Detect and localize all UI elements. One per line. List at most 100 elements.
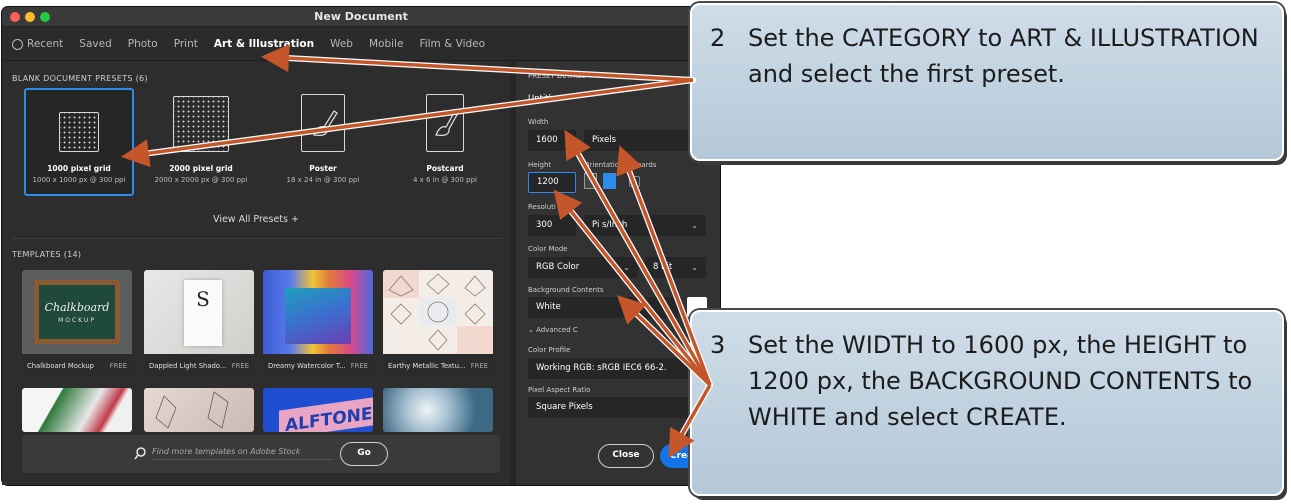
preset-name: 1000 pixel grid: [47, 164, 111, 173]
preset-dims: 4 x 6 in @ 300 ppi: [413, 176, 477, 184]
grid-doc-icon: [173, 96, 229, 152]
step-text: Set the WIDTH to 1600 px, the HEIGHT to …: [748, 331, 1253, 431]
advanced-options-label: Advanced C: [536, 326, 578, 334]
tab-web[interactable]: Web: [330, 38, 353, 50]
close-button[interactable]: Close: [598, 444, 654, 468]
template-thumbnail: [383, 270, 493, 354]
background-contents-select[interactable]: White ⌄: [528, 297, 678, 318]
color-mode-select[interactable]: RGB Color ⌄: [528, 257, 638, 278]
template-caption: Earthy Metallic Textu... FREE: [383, 354, 493, 378]
background-contents-label: Background Contents: [528, 286, 604, 294]
tab-film-video[interactable]: Film & Video: [419, 38, 485, 50]
template-dreamy-watercolor[interactable]: Dreamy Watercolor T... FREE: [263, 270, 373, 378]
free-badge: FREE: [231, 362, 249, 370]
step-3-callout: 3 Set the WIDTH to 1600 px, the HEIGHT t…: [690, 310, 1284, 496]
color-mode-value: RGB Color: [536, 262, 580, 272]
template-dappled-light[interactable]: S Dappled Light Shado... FREE: [144, 270, 254, 378]
pixel-aspect-select[interactable]: Square Pixels: [528, 397, 706, 418]
artboards-checkbox[interactable]: [629, 176, 640, 187]
landscape-orientation-button[interactable]: [603, 173, 616, 189]
brush-doc-icon: [426, 94, 464, 152]
height-input[interactable]: 1200: [528, 172, 576, 193]
dappled-letter: S: [196, 287, 210, 311]
free-badge: FREE: [350, 362, 368, 370]
tab-art-illustration[interactable]: Art & Illustration: [214, 38, 314, 50]
template-botanical[interactable]: [22, 388, 132, 432]
height-label: Height: [528, 161, 552, 169]
template-thumbnail: Chalkboard MOCKUP: [22, 270, 132, 354]
color-profile-value: Working RGB: sRGB IEC6 66-2.: [536, 363, 667, 373]
template-thumbnail: [263, 270, 373, 354]
background-contents-value: White: [536, 302, 561, 312]
resolution-units-select[interactable]: Pi s/Inch ⌄: [584, 215, 706, 236]
portrait-orientation-button[interactable]: [584, 173, 597, 189]
tab-mobile[interactable]: Mobile: [369, 38, 403, 50]
go-button[interactable]: Go: [340, 442, 388, 466]
preset-dims: 1000 x 1000 px @ 300 ppi: [32, 176, 126, 184]
title-bar: New Document: [2, 7, 720, 27]
template-name: Dreamy Watercolor T...: [268, 362, 346, 370]
grid-doc-icon: [59, 112, 99, 152]
chevron-down-icon: ⌄: [623, 263, 630, 272]
preset-name: 2000 pixel grid: [169, 164, 233, 173]
template-caption: Chalkboard Mockup FREE: [22, 354, 132, 378]
color-profile-label: Color Profile: [528, 346, 571, 354]
color-mode-label: Color Mode: [528, 245, 568, 253]
free-badge: FREE: [470, 362, 488, 370]
chalk-subtitle: MOCKUP: [58, 316, 96, 324]
preset-name: Postcard: [426, 164, 464, 173]
width-input[interactable]: 1600: [528, 130, 576, 151]
pixel-aspect-label: Pixel Aspect Ratio: [528, 386, 591, 394]
chevron-down-icon: ⌄: [663, 303, 670, 312]
chevron-down-icon: ⌄: [691, 263, 698, 272]
bit-depth-select[interactable]: 8 bit ⌄: [645, 257, 706, 278]
template-name: Chalkboard Mockup: [27, 362, 94, 370]
presets-heading: BLANK DOCUMENT PRESETS (6): [12, 74, 148, 83]
tab-saved[interactable]: Saved: [79, 38, 111, 50]
chevron-down-icon: ⌄: [528, 326, 537, 334]
template-cracked-texture[interactable]: [383, 388, 493, 432]
clock-icon: [12, 39, 23, 50]
stock-search-bar: Find more templates on Adobe Stock Go: [22, 435, 500, 473]
preset-poster[interactable]: Poster 18 x 24 in @ 300 ppi: [268, 88, 378, 196]
section-divider: [12, 238, 502, 239]
preset-postcard[interactable]: Postcard 4 x 6 in @ 300 ppi: [390, 88, 500, 196]
artboards-label: rtboards: [627, 161, 657, 169]
units-value: Pixels: [592, 135, 617, 145]
template-caption: Dappled Light Shado... FREE: [144, 354, 254, 378]
bit-depth-value: 8 bit: [653, 262, 673, 272]
step-number: 2: [710, 24, 726, 52]
color-profile-select[interactable]: Working RGB: sRGB IEC6 66-2.: [528, 358, 706, 379]
tab-recent[interactable]: Recent: [27, 38, 63, 50]
template-name: Earthy Metallic Textu...: [388, 362, 466, 370]
tab-photo[interactable]: Photo: [128, 38, 158, 50]
view-all-presets-link[interactable]: View All Presets +: [2, 214, 510, 225]
template-halftone[interactable]: ALFTONE: [263, 388, 373, 432]
step-text: Set the CATEGORY to ART & ILLUSTRATION a…: [748, 24, 1259, 88]
template-thumbnail: S: [144, 270, 254, 354]
template-earthy-metallic[interactable]: Earthy Metallic Textu... FREE: [383, 270, 493, 378]
preset-2000-pixel-grid[interactable]: 2000 pixel grid 2000 x 2000 px @ 300 ppi: [146, 88, 256, 196]
template-chalkboard-mockup[interactable]: Chalkboard MOCKUP Chalkboard Mockup FREE: [22, 270, 132, 378]
category-tabs: Recent Saved Photo Print Art & Illustrat…: [2, 27, 720, 61]
resolution-units-value: Pi s/Inch: [592, 220, 628, 230]
stock-search-input[interactable]: Find more templates on Adobe Stock: [152, 447, 332, 460]
preset-1000-pixel-grid[interactable]: 1000 pixel grid 1000 x 1000 px @ 300 ppi: [24, 88, 134, 196]
preset-dims: 2000 x 2000 px @ 300 ppi: [154, 176, 248, 184]
template-name: Dappled Light Shado...: [149, 362, 227, 370]
preset-dims: 18 x 24 in @ 300 ppi: [286, 176, 360, 184]
document-name-field[interactable]: Untitl: [528, 94, 551, 104]
templates-heading: TEMPLATES (14): [12, 250, 82, 259]
template-caption: Dreamy Watercolor T... FREE: [263, 354, 373, 378]
step-number: 3: [710, 331, 726, 359]
width-label: Width: [528, 118, 549, 126]
window-title: New Document: [314, 10, 408, 23]
advanced-options-toggle[interactable]: ⌄ Advanced C: [528, 326, 578, 334]
pixel-aspect-value: Square Pixels: [536, 402, 593, 412]
resolution-label: Resoluti: [528, 203, 556, 211]
resolution-input[interactable]: 300: [528, 215, 576, 236]
units-select[interactable]: Pixels: [584, 130, 694, 151]
preset-name: Poster: [309, 164, 337, 173]
tab-print[interactable]: Print: [174, 38, 198, 50]
template-crystals[interactable]: [144, 388, 254, 432]
